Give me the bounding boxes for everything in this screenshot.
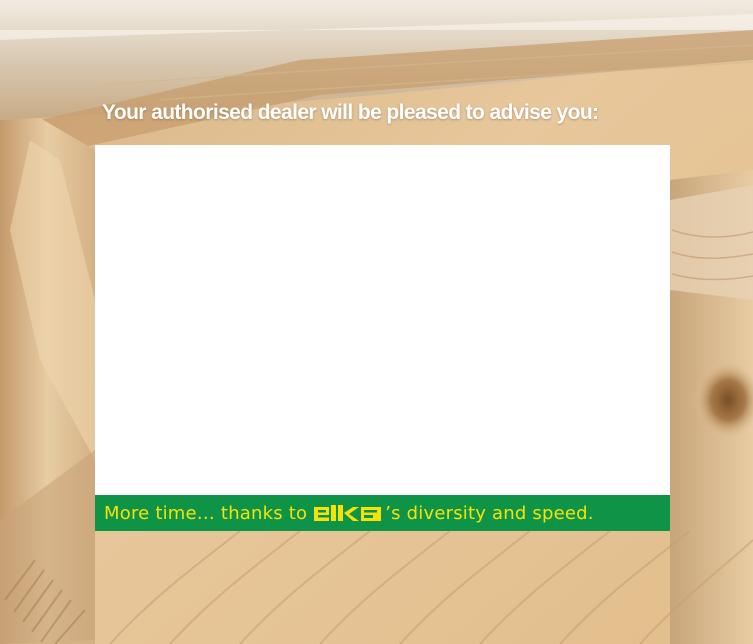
dealer-info-box bbox=[95, 145, 670, 495]
dealer-heading: Your authorised dealer will be pleased t… bbox=[102, 101, 599, 124]
page: Your authorised dealer will be pleased t… bbox=[0, 0, 753, 644]
slogan-bar: More time… thanks to ’s diversity and sp… bbox=[95, 495, 670, 531]
elka-logo bbox=[314, 505, 382, 521]
slogan-text-after: ’s diversity and speed. bbox=[385, 502, 594, 524]
slogan-text-before: More time… thanks to bbox=[104, 502, 308, 524]
